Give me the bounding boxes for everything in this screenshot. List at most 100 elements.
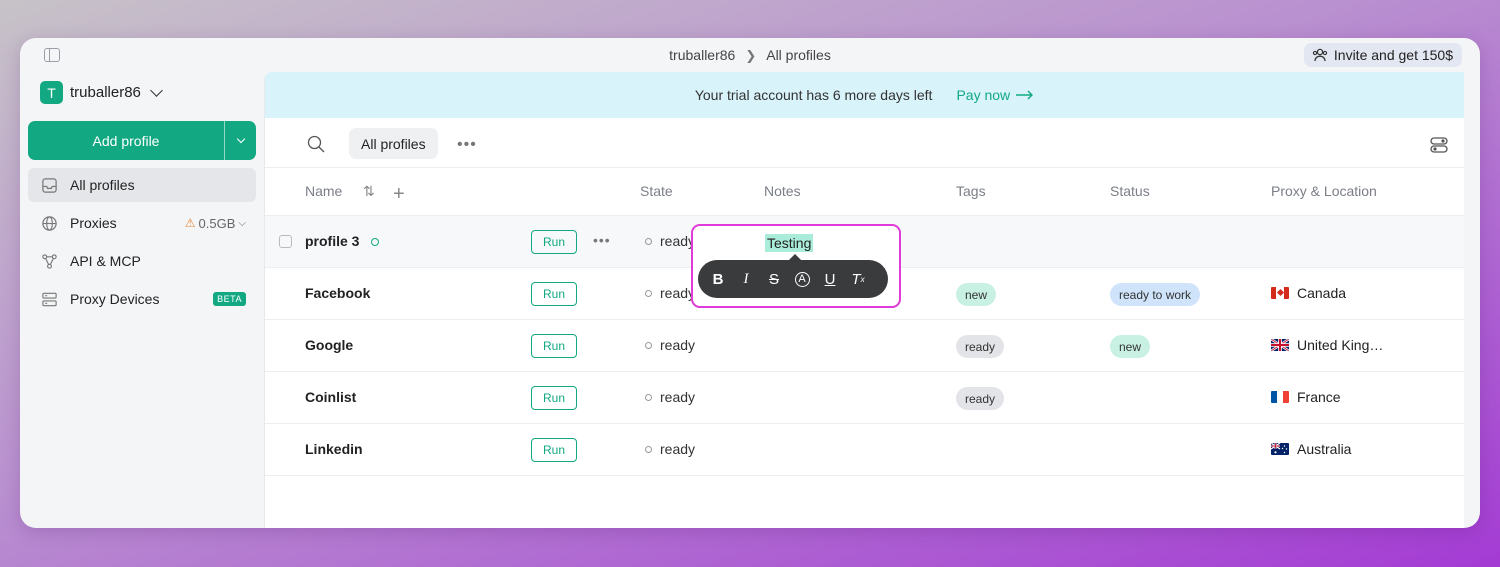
account-name: truballer86	[70, 84, 141, 101]
status-badge[interactable]: new	[1110, 335, 1151, 358]
state-value: ready	[660, 337, 696, 353]
breadcrumb: truballer86 ❯ All profiles	[20, 47, 1480, 64]
account-switcher[interactable]: T truballer86	[40, 81, 163, 104]
flag-canada-icon	[1271, 287, 1289, 299]
state-cell: ready	[645, 441, 695, 457]
beta-badge: BETA	[213, 292, 246, 306]
pay-now-label: Pay now	[956, 87, 1011, 103]
breadcrumb-workspace[interactable]: truballer86	[669, 47, 735, 63]
toggles-icon[interactable]	[1430, 136, 1448, 154]
profile-name[interactable]: Linkedin	[305, 441, 363, 457]
column-tags[interactable]: Tags	[956, 183, 986, 199]
column-proxy-location[interactable]: Proxy & Location	[1271, 183, 1377, 199]
invite-button[interactable]: Invite and get 150$	[1303, 43, 1462, 67]
sort-icon[interactable]: ⇅	[363, 183, 375, 200]
location-cell: United King…	[1271, 337, 1383, 353]
chevron-down-icon	[236, 134, 245, 144]
profile-name[interactable]: Facebook	[305, 285, 370, 301]
column-status[interactable]: Status	[1110, 183, 1150, 199]
warning-icon: ⚠	[184, 216, 196, 230]
notes-editor-popover[interactable]: Testing B I S A U Tx	[691, 224, 901, 308]
add-profile-dropdown[interactable]	[224, 121, 256, 160]
sidebar-item-label: All profiles	[70, 177, 135, 193]
online-indicator-icon	[371, 238, 379, 246]
sidebar-item-all-profiles[interactable]: All profiles	[28, 168, 256, 202]
chevron-down-icon: ⌵	[238, 217, 246, 229]
api-icon	[42, 253, 57, 269]
state-dot-icon	[645, 341, 652, 349]
filter-chip-all-profiles[interactable]: All profiles	[349, 128, 438, 159]
location-name: Canada	[1297, 285, 1347, 301]
bold-icon[interactable]: B	[710, 270, 726, 288]
column-notes[interactable]: Notes	[764, 183, 801, 199]
notes-input-selected-text[interactable]: Testing	[765, 234, 814, 252]
add-profile-button[interactable]: Add profile	[28, 121, 224, 160]
sidebar-item-label: Proxy Devices	[70, 291, 160, 307]
strikethrough-icon[interactable]: S	[766, 270, 782, 288]
app-window: truballer86 ❯ All profiles Invite and get …	[20, 38, 1480, 528]
sidebar-item-proxy-devices[interactable]: Proxy Devices BETA	[28, 282, 256, 316]
table-row[interactable]: Linkedin Run ready Australia	[265, 424, 1464, 476]
state-value: ready	[660, 389, 696, 405]
sidebar-item-api-mcp[interactable]: API & MCP	[28, 244, 256, 278]
globe-icon	[42, 215, 57, 231]
location-cell: Canada	[1271, 285, 1346, 301]
run-button[interactable]: Run	[531, 282, 577, 306]
profile-name[interactable]: profile 3	[305, 233, 359, 249]
location-name: United King…	[1297, 337, 1384, 353]
state-cell: ready	[645, 389, 695, 405]
sidebar-nav: All profiles Proxies ⚠ 0.5GB ⌵ API & MCP P…	[28, 168, 256, 320]
run-button[interactable]: Run	[531, 438, 577, 462]
more-icon[interactable]: •••	[593, 232, 611, 248]
tag-badge[interactable]: ready	[956, 335, 1005, 358]
tag-badge[interactable]: ready	[956, 387, 1005, 410]
format-toolbar: B I S A U Tx	[698, 254, 888, 298]
column-name[interactable]: Name	[305, 183, 342, 199]
state-value: ready	[660, 441, 696, 457]
state-value: ready	[660, 233, 696, 249]
state-value: ready	[660, 285, 696, 301]
clear-format-icon[interactable]: Tx	[850, 270, 866, 288]
add-column-icon[interactable]: +	[393, 183, 405, 206]
proxy-traffic-value: 0.5GB	[198, 215, 236, 231]
profile-name[interactable]: Google	[305, 337, 353, 353]
italic-icon[interactable]: I	[738, 270, 754, 288]
location-name: France	[1297, 389, 1341, 405]
location-cell: France	[1271, 389, 1341, 405]
state-cell: ready	[645, 233, 695, 249]
sidebar-item-label: Proxies	[70, 215, 117, 231]
flag-uk-icon	[1271, 339, 1289, 351]
more-icon[interactable]: •••	[457, 136, 477, 154]
users-icon	[1312, 48, 1328, 62]
trial-text: Your trial account has 6 more days left	[694, 87, 933, 103]
state-dot-icon	[645, 237, 652, 245]
underline-icon[interactable]: U	[822, 270, 838, 288]
profile-name[interactable]: Coinlist	[305, 389, 356, 405]
location-cell: Australia	[1271, 441, 1351, 457]
table-row[interactable]: Google Run ready ready new United King…	[265, 320, 1464, 372]
status-badge[interactable]: ready to work	[1110, 283, 1201, 306]
title-bar: truballer86 ❯ All profiles Invite and get …	[20, 38, 1480, 72]
toolbar: All profiles •••	[265, 118, 1464, 168]
tag-badge[interactable]: new	[956, 283, 997, 306]
table-row[interactable]: Coinlist Run ready ready France	[265, 372, 1464, 424]
proxy-traffic[interactable]: ⚠ 0.5GB ⌵	[185, 216, 246, 231]
sidebar-item-proxies[interactable]: Proxies ⚠ 0.5GB ⌵	[28, 206, 256, 240]
state-dot-icon	[645, 289, 652, 297]
inbox-icon	[42, 177, 57, 193]
column-state[interactable]: State	[640, 183, 673, 199]
row-checkbox[interactable]	[279, 235, 292, 248]
chevron-right-icon: ❯	[745, 48, 757, 63]
run-button[interactable]: Run	[531, 334, 577, 358]
chevron-down-icon	[150, 84, 163, 97]
highlight-icon[interactable]: A	[794, 270, 810, 288]
trial-banner: Your trial account has 6 more days left …	[265, 72, 1464, 118]
run-button[interactable]: Run	[531, 386, 577, 410]
search-icon[interactable]	[307, 135, 325, 153]
breadcrumb-page: All profiles	[766, 47, 831, 63]
location-name: Australia	[1297, 441, 1352, 457]
pay-now-link[interactable]: Pay now	[956, 87, 1034, 103]
state-dot-icon	[645, 393, 652, 401]
avatar: T	[40, 81, 63, 104]
run-button[interactable]: Run	[531, 230, 577, 254]
